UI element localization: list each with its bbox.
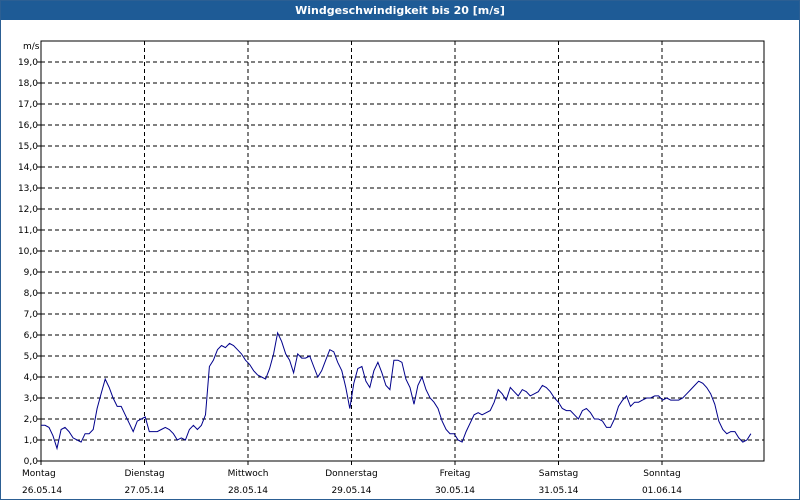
x-tick-label-date: 31.05.14 xyxy=(538,486,578,496)
y-tick-label: 2,0 xyxy=(24,415,39,425)
x-tick-label-day: Mittwoch xyxy=(228,469,269,479)
y-tick-label: 17,0 xyxy=(18,100,38,110)
y-tick-label: 1,0 xyxy=(24,436,39,446)
chart-window: Windgeschwindigkeit bis 20 [m/s] 0,0 1,0 2… xyxy=(0,0,800,500)
y-tick-label: 15,0 xyxy=(18,142,38,152)
x-axis: Montag 26.05.14 Dienstag 27.05.14 Mittwoch 28… xyxy=(22,461,682,496)
y-axis: 0,0 1,0 2,0 3,0 4,0 5,0 6,0 7,0 8,0 9,0 10,0 11,0 12… xyxy=(18,58,41,467)
x-tick-label-day: Dienstag xyxy=(124,469,164,479)
y-tick-label: 7,0 xyxy=(24,310,39,320)
x-tick-label-day: Sonntag xyxy=(643,469,680,479)
y-tick-label: 13,0 xyxy=(18,184,38,194)
y-tick-label: 11,0 xyxy=(18,226,38,236)
x-tick-label-date: 30.05.14 xyxy=(435,486,475,496)
y-tick-label: 19,0 xyxy=(18,58,38,68)
y-tick-label: 16,0 xyxy=(18,121,38,131)
x-tick-label-date: 29.05.14 xyxy=(331,486,371,496)
y-tick-label: 0,0 xyxy=(24,457,39,467)
y-axis-label: m/s xyxy=(23,42,40,52)
x-tick-label-day: Montag xyxy=(22,469,56,479)
y-tick-label: 18,0 xyxy=(18,79,38,89)
x-tick-label-date: 27.05.14 xyxy=(124,486,164,496)
y-tick-label: 12,0 xyxy=(18,205,38,215)
y-tick-label: 3,0 xyxy=(24,394,39,404)
x-tick-label-day: Donnerstag xyxy=(325,469,378,479)
y-tick-label: 8,0 xyxy=(24,289,39,299)
y-tick-label: 5,0 xyxy=(24,352,39,362)
y-tick-label: 14,0 xyxy=(18,163,38,173)
chart-grid xyxy=(41,41,764,461)
chart-canvas: 0,0 1,0 2,0 3,0 4,0 5,0 6,0 7,0 8,0 9,0 10,0 11,0 12… xyxy=(18,40,765,496)
y-tick-label: 9,0 xyxy=(24,268,39,278)
x-tick-label-day: Samstag xyxy=(539,469,578,479)
series-line-wind-speed xyxy=(41,331,752,451)
x-tick-label-date: 01.06.14 xyxy=(642,486,682,496)
y-tick-label: 6,0 xyxy=(24,331,39,341)
y-tick-label: 4,0 xyxy=(24,373,39,383)
x-tick-label-date: 28.05.14 xyxy=(228,486,268,496)
y-tick-label: 10,0 xyxy=(18,247,38,257)
x-tick-label-day: Freitag xyxy=(440,469,471,479)
x-tick-label-date: 26.05.14 xyxy=(22,486,62,496)
